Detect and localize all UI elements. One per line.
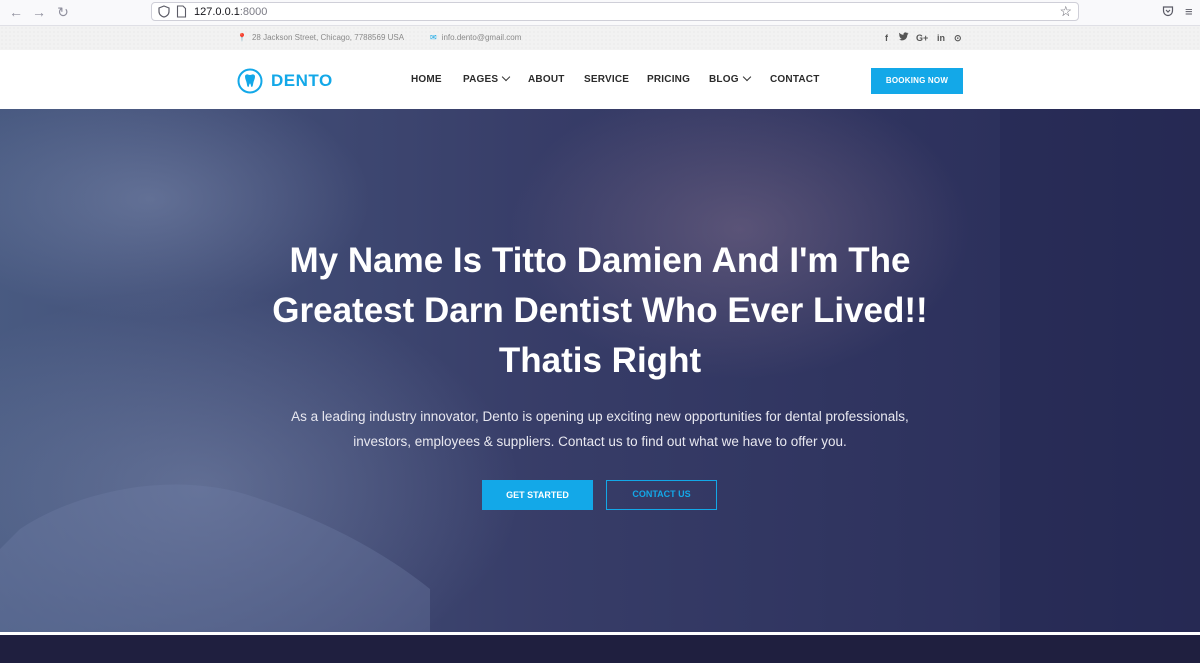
hero-title-line: My Name Is Titto Damien And I'm The (289, 241, 911, 280)
address-info: 📍 28 Jackson Street, Chicago, 7788569 USA (237, 32, 404, 44)
google-plus-icon[interactable]: G+ (916, 32, 928, 44)
email-text: info.dento@gmail.com (441, 33, 522, 42)
nav-contact[interactable]: CONTACT (770, 74, 820, 86)
menu-hamburger-icon[interactable]: ≡ (1185, 5, 1193, 19)
envelope-icon: ✉ (430, 33, 437, 42)
nav-service[interactable]: SERVICE (584, 74, 629, 86)
linkedin-icon[interactable]: in (937, 32, 945, 44)
hero-title: My Name Is Titto Damien And I'm The Grea… (150, 236, 1050, 386)
reload-icon[interactable]: ↻ (55, 4, 71, 20)
hero-title-line: Greatest Darn Dentist Who Ever Lived!! (272, 291, 928, 330)
hero-title-line: Thatis Right (498, 341, 702, 380)
hero-subtitle-line: investors, employees & suppliers. Contac… (353, 434, 847, 449)
address-bar[interactable]: 127.0.0.1:8000 ☆ (151, 2, 1079, 21)
address-text: 28 Jackson Street, Chicago, 7788569 USA (251, 33, 405, 42)
nav-about[interactable]: ABOUT (528, 74, 565, 86)
booking-now-button[interactable]: BOOKING NOW (871, 68, 963, 94)
nav-blog-label: BLOG (709, 74, 739, 85)
bookmark-star-icon[interactable]: ☆ (1059, 3, 1072, 20)
pocket-icon[interactable] (1162, 5, 1174, 20)
forward-arrow-icon[interactable]: → (31, 4, 47, 20)
top-info-bar: 📍 28 Jackson Street, Chicago, 7788569 USA… (0, 26, 1200, 50)
nav-pages[interactable]: PAGES (463, 72, 511, 86)
nav-blog[interactable]: BLOG (709, 72, 751, 86)
twitter-icon[interactable] (899, 32, 909, 44)
page-icon (176, 5, 187, 18)
hero-subtitle: As a leading industry innovator, Dento i… (200, 404, 1000, 454)
back-arrow-icon[interactable]: ← (8, 4, 24, 20)
hero-section: My Name Is Titto Damien And I'm The Grea… (0, 109, 1200, 632)
url-text: 127.0.0.1:8000 (194, 6, 268, 18)
email-info[interactable]: ✉ info.dento@gmail.com (430, 32, 521, 44)
next-section (0, 635, 1200, 663)
tooth-logo-icon[interactable] (237, 68, 263, 94)
contact-us-button[interactable]: CONTACT US (606, 480, 717, 510)
facebook-icon[interactable]: f (885, 32, 888, 44)
hero-subtitle-line: As a leading industry innovator, Dento i… (291, 409, 909, 424)
nav-home[interactable]: HOME (411, 74, 442, 86)
nav-pricing[interactable]: PRICING (647, 74, 690, 86)
shield-icon (158, 5, 170, 18)
browser-toolbar: ← → ↻ 127.0.0.1:8000 ☆ ≡ (0, 0, 1200, 26)
get-started-button[interactable]: GET STARTED (482, 480, 593, 510)
pinterest-icon[interactable]: ⊙ (954, 32, 962, 44)
logo-text[interactable]: DENTO (271, 70, 333, 92)
chevron-down-icon (502, 72, 511, 82)
chevron-down-icon (742, 72, 751, 82)
site-header: DENTO HOME PAGES ABOUT SERVICE PRICING B… (0, 50, 1200, 109)
map-pin-icon: 📍 (237, 33, 247, 42)
nav-pages-label: PAGES (463, 74, 499, 85)
